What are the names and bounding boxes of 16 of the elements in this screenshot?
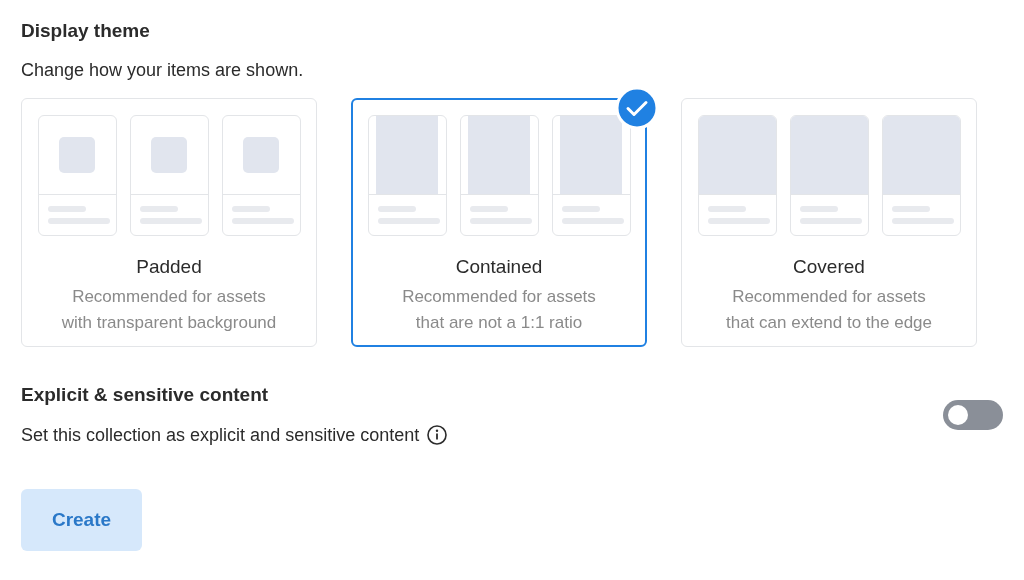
theme-card[interactable]: Contained Recommended for assets that are not a 1:1 ratio bbox=[351, 98, 647, 347]
toggle-switch[interactable] bbox=[943, 400, 1003, 430]
theme-card[interactable]: Padded Recommended for assets with transparent background bbox=[21, 98, 317, 347]
checkmark-icon bbox=[615, 86, 659, 130]
theme-title: Covered bbox=[793, 256, 865, 278]
theme-title: Contained bbox=[455, 256, 543, 278]
section-title: Display theme bbox=[21, 20, 151, 42]
info-icon[interactable] bbox=[426, 424, 449, 446]
theme-description: Recommended for assets with transparent background bbox=[61, 286, 277, 334]
theme-description: Recommended for assets that can extend to the edge bbox=[725, 286, 933, 334]
theme-description: Recommended for assets that are not a 1:1 ratio bbox=[402, 286, 596, 334]
setting-description: Set this collection as explicit and sensitive content bbox=[21, 424, 420, 446]
section-subtitle: Change how your items are shown. bbox=[21, 60, 305, 81]
section-title: Explicit & sensitive content bbox=[21, 384, 270, 406]
theme-card[interactable]: Covered Recommended for assets that can extend to the edge bbox=[681, 98, 977, 347]
theme-title: Padded bbox=[136, 256, 202, 278]
